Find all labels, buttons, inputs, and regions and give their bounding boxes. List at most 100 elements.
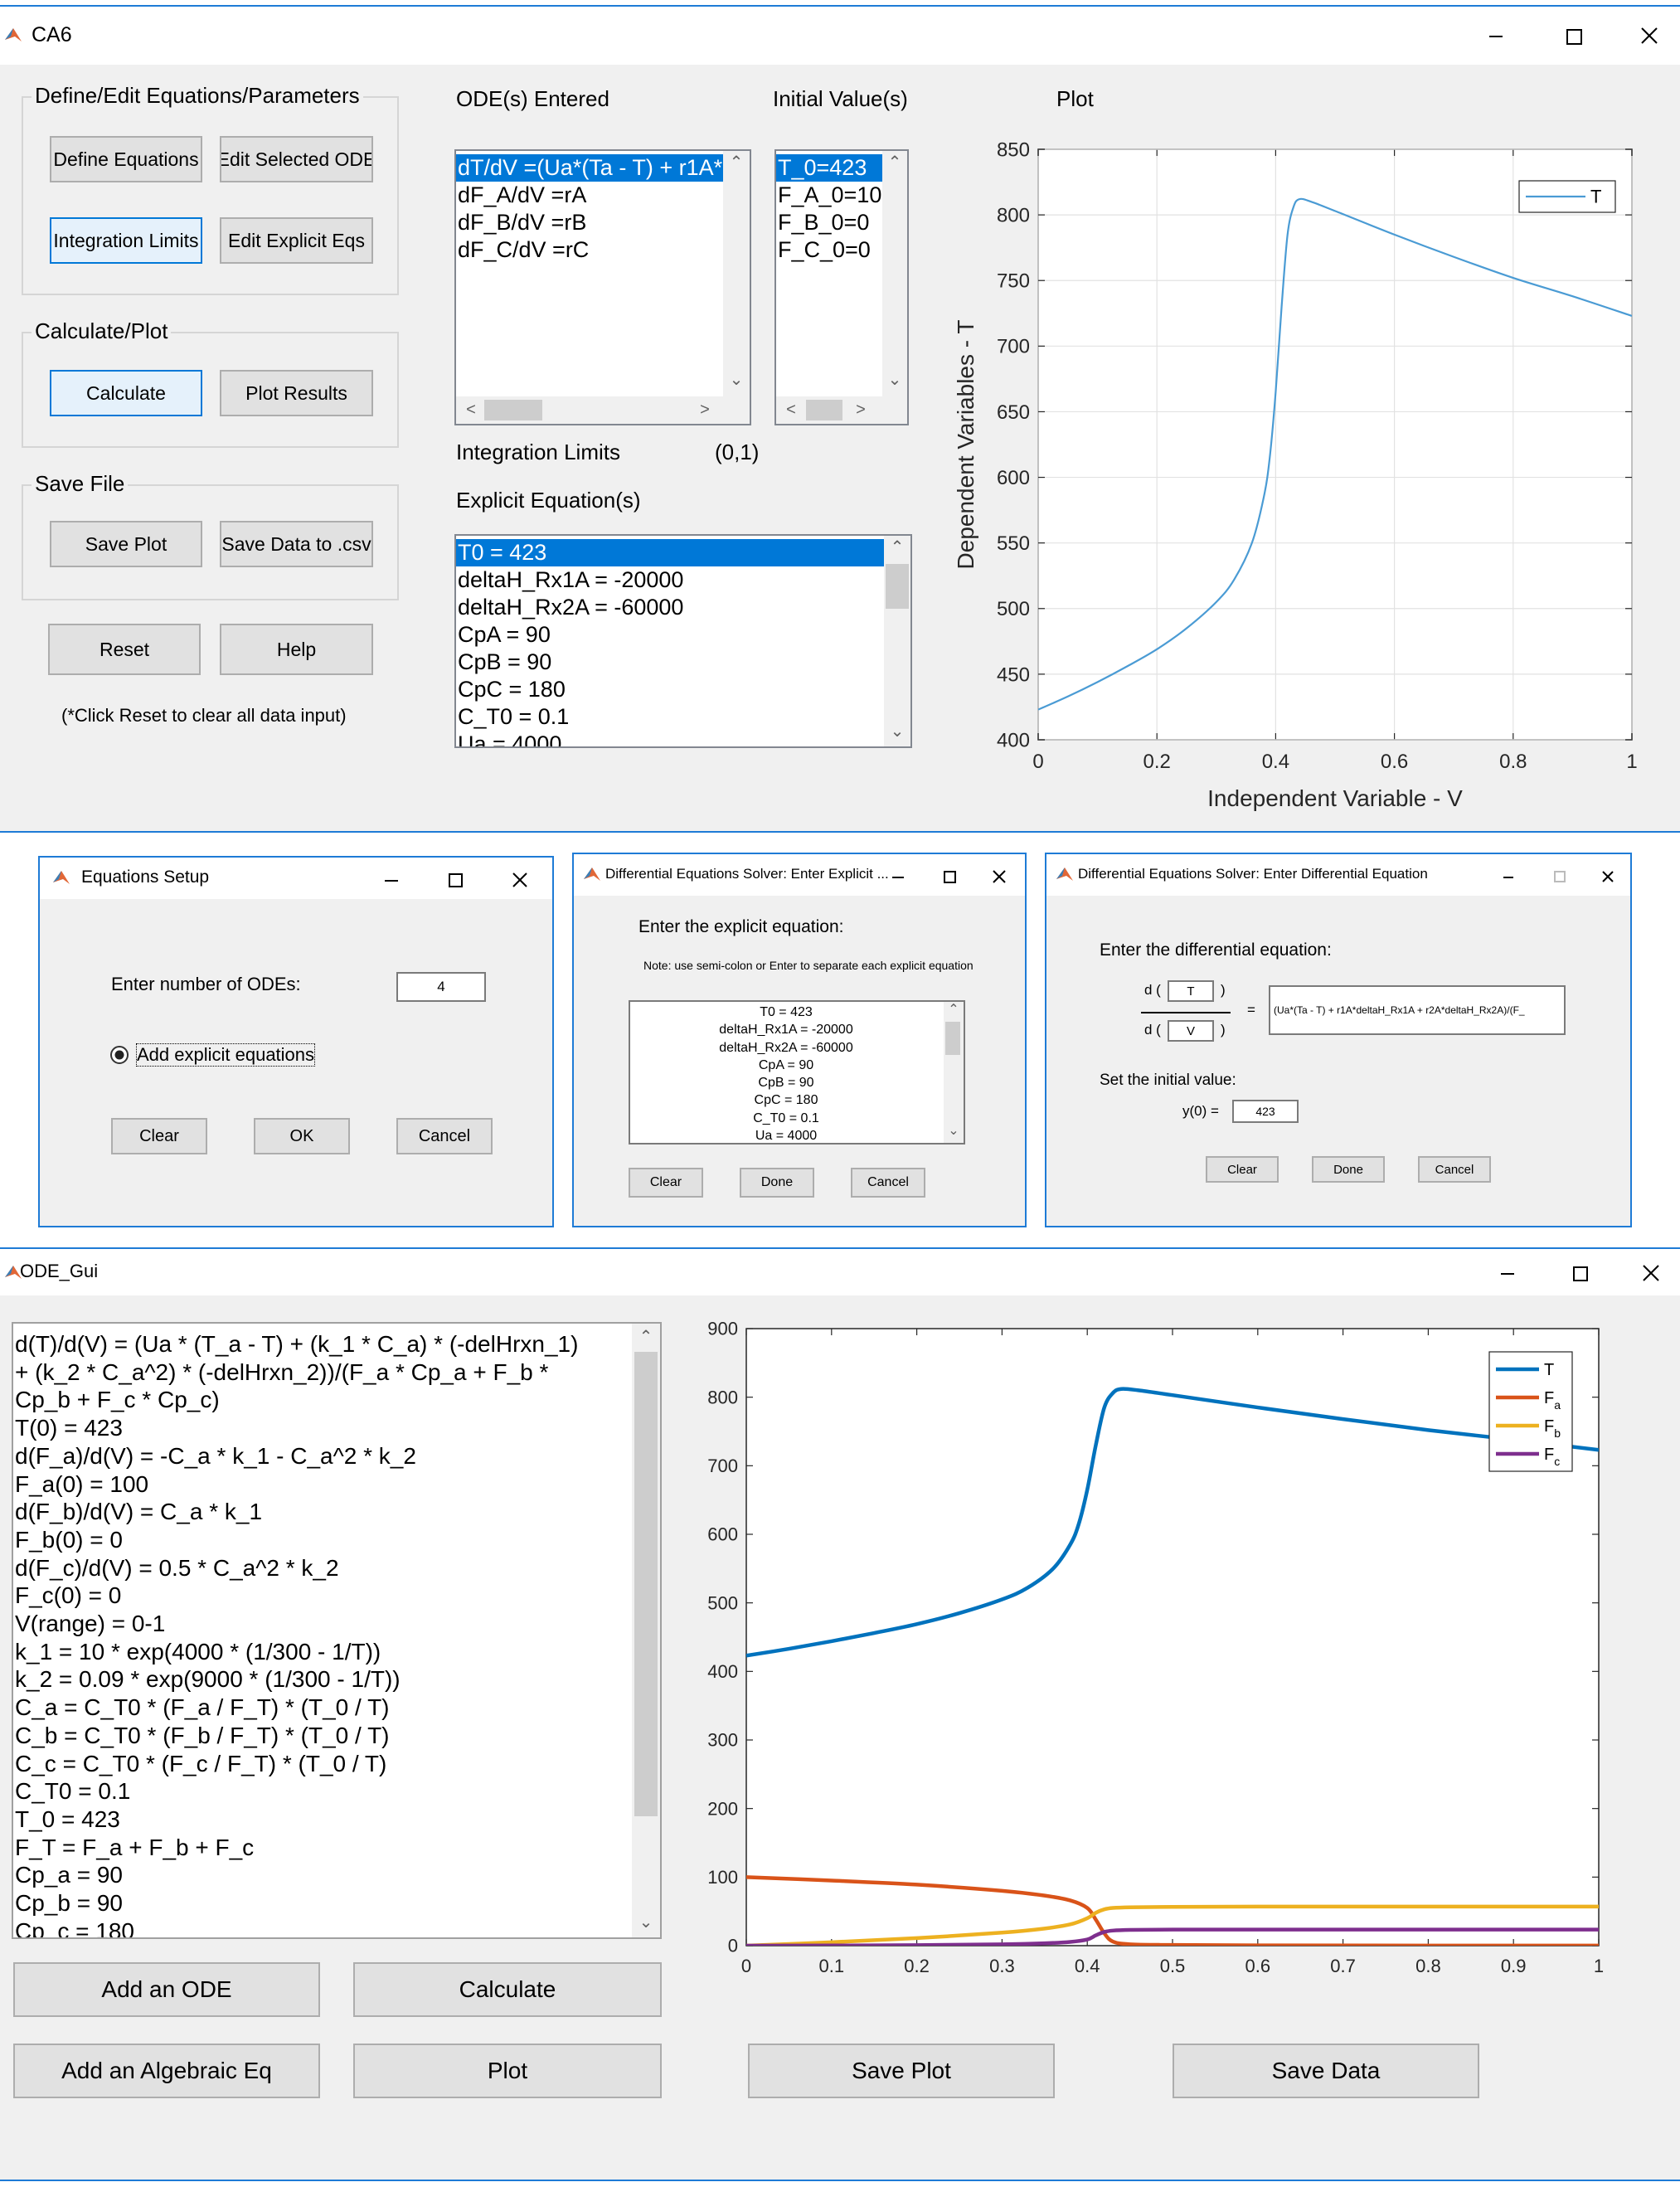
explicit-textarea[interactable]: T0 = 423 deltaH_Rx1A = -20000 deltaH_Rx2A … (629, 1000, 965, 1145)
radio-icon[interactable] (109, 1045, 129, 1065)
edit-explicit-eqs-button[interactable]: Edit Explicit Eqs (220, 217, 373, 264)
minimize-icon[interactable] (370, 859, 411, 901)
define-equations-button[interactable]: Define Equations (50, 136, 202, 182)
minimize-icon[interactable] (1488, 856, 1529, 897)
y-tick-label: 600 (707, 1524, 738, 1545)
iv-vscrollbar[interactable]: ⌃ ⌄ (882, 151, 907, 396)
explicit-equation-item[interactable]: Ua = 4000 (456, 731, 884, 746)
clear-button[interactable]: Clear (111, 1118, 207, 1154)
explicit-equation-item[interactable]: deltaH_Rx2A = -60000 (456, 594, 884, 621)
done-button[interactable]: Done (1312, 1156, 1385, 1183)
initial-value-item[interactable]: T_0=423 (776, 154, 882, 182)
edit-selected-ode-button[interactable]: Edit Selected ODE (220, 136, 373, 182)
done-button[interactable]: Done (740, 1168, 814, 1198)
maximize-icon[interactable] (1559, 1252, 1600, 1294)
close-icon[interactable] (1587, 856, 1629, 897)
initial-value-item[interactable]: F_B_0=0 (776, 209, 882, 236)
y0-input[interactable]: 423 (1232, 1100, 1299, 1123)
integration-limits-label: Integration Limits (456, 440, 620, 464)
initial-values-listbox[interactable]: T_0=423 F_A_0=10 F_B_0=0 F_C_0=0 ⌃ ⌄ < > (774, 149, 909, 425)
explicit-textarea-scrollbar[interactable]: ⌃ ⌄ (944, 1002, 964, 1143)
ode-gui-titlebar: ODE_Gui (0, 1249, 1680, 1295)
denominator-var-input[interactable]: V (1168, 1020, 1214, 1042)
save-data-button[interactable]: Save Data (1173, 2044, 1479, 2098)
dlg1-titlebar: Equations Setup (40, 858, 552, 899)
explicit-textarea-line: deltaH_Rx2A = -60000 (719, 1040, 853, 1055)
cancel-button[interactable]: Cancel (1418, 1156, 1491, 1183)
close-icon[interactable] (499, 859, 541, 901)
plot-results-button[interactable]: Plot Results (220, 370, 373, 416)
save-plot-button[interactable]: Save Plot (748, 2044, 1055, 2098)
maximize-icon[interactable] (1539, 856, 1580, 897)
ode-list-item[interactable]: dT/dV =(Ua*(Ta - T) + r1A* (456, 154, 723, 182)
y-axis-label: Dependent Variables - T (953, 320, 978, 570)
save-plot-button[interactable]: Save Plot (50, 521, 202, 567)
ode-text-area[interactable]: d(T)/d(V) = (Ua * (T_a - T) + (k_1 * C_a… (12, 1322, 662, 1939)
num-odes-input[interactable]: 4 (396, 972, 486, 1002)
ode-list-item[interactable]: dF_A/dV =rA (456, 182, 723, 209)
initial-value-item[interactable]: F_A_0=10 (776, 182, 882, 209)
explicit-equation-item[interactable]: CpB = 90 (456, 649, 884, 676)
explicit-textarea-line: CpB = 90 (758, 1076, 814, 1091)
explicit-vscrollbar[interactable]: ⌃ ⌄ (884, 536, 910, 746)
cancel-button[interactable]: Cancel (851, 1168, 925, 1198)
add-ode-button[interactable]: Add an ODE (13, 1962, 320, 2017)
save-csv-button[interactable]: Save Data to .csv (220, 521, 373, 567)
initial-value-item[interactable]: F_C_0=0 (776, 236, 882, 264)
plot-button[interactable]: Plot (353, 2044, 662, 2098)
integration-limits-button[interactable]: Integration Limits (50, 217, 202, 264)
maximize-icon[interactable] (435, 859, 476, 901)
dlg2-titlebar: Differential Equations Solver: Enter Exp… (574, 854, 1025, 896)
matlab-icon (1056, 868, 1073, 881)
minimize-icon[interactable] (1486, 1252, 1527, 1294)
ok-button[interactable]: OK (254, 1118, 350, 1154)
add-algebraic-eq-button[interactable]: Add an Algebraic Eq (13, 2044, 320, 2098)
minimize-icon[interactable] (877, 856, 919, 897)
ode-text-line: F_T = F_a + F_b + F_c (15, 1834, 255, 1860)
ode-gui-title: ODE_Gui (20, 1261, 99, 1281)
x-tick-label: 0 (741, 1956, 751, 1976)
ode-list-item[interactable]: dF_B/dV =rB (456, 209, 723, 236)
ode-text-line: T(0) = 423 (15, 1415, 123, 1441)
help-button[interactable]: Help (220, 624, 373, 675)
dlg3-titlebar: Differential Equations Solver: Enter Dif… (1046, 854, 1630, 896)
close-icon[interactable] (1630, 1252, 1672, 1294)
close-paren-bottom: ) (1221, 1022, 1226, 1038)
ode-text-line: Cp_b + F_c * Cp_c) (15, 1387, 220, 1413)
y-tick-label: 100 (707, 1867, 738, 1888)
close-icon[interactable] (1629, 15, 1670, 56)
cancel-button[interactable]: Cancel (396, 1118, 493, 1154)
numerator-var-input[interactable]: T (1168, 980, 1214, 1002)
calculate-button[interactable]: Calculate (50, 370, 202, 416)
explicit-equation-item[interactable]: CpC = 180 (456, 676, 884, 703)
rhs-input[interactable]: (Ua*(Ta - T) + r1A*deltaH_Rx1A + r2A*del… (1269, 985, 1566, 1035)
iv-prompt: Set the initial value: (1100, 1072, 1236, 1089)
ode-text-line: C_b = C_T0 * (F_b / F_T) * (T_0 / T) (15, 1722, 390, 1748)
x-tick-label: 0.9 (1501, 1956, 1527, 1976)
minimize-icon[interactable] (1474, 15, 1516, 56)
ode-listbox[interactable]: dT/dV =(Ua*(Ta - T) + r1A* dF_A/dV =rA dF_… (454, 149, 751, 425)
ode-text-scrollbar[interactable]: ⌃ ⌄ (632, 1324, 660, 1937)
dlg1-title: Equations Setup (81, 868, 210, 887)
calculate-button[interactable]: Calculate (353, 1962, 662, 2017)
explicit-equations-listbox[interactable]: T0 = 423 deltaH_Rx1A = -20000 deltaH_Rx2A … (454, 534, 912, 748)
clear-button[interactable]: Clear (1206, 1156, 1279, 1183)
iv-hscrollbar[interactable]: < > (776, 396, 907, 424)
ode-vscrollbar[interactable]: ⌃ ⌄ (723, 151, 750, 396)
explicit-equation-item[interactable]: CpA = 90 (456, 621, 884, 649)
close-icon[interactable] (978, 856, 1020, 897)
ode-text-line: V(range) = 0-1 (15, 1611, 166, 1637)
maximize-icon[interactable] (929, 856, 970, 897)
ode-list-item[interactable]: dF_C/dV =rC (456, 236, 723, 264)
y-tick-label: 900 (707, 1319, 738, 1339)
explicit-equation-item[interactable]: T0 = 423 (456, 539, 884, 566)
explicit-equation-item[interactable]: deltaH_Rx1A = -20000 (456, 566, 884, 594)
explicit-equation-item[interactable]: C_T0 = 0.1 (456, 703, 884, 731)
maximize-icon[interactable] (1552, 15, 1594, 56)
x-tick-label: 0.6 (1381, 751, 1408, 773)
ode-text-line: k_1 = 10 * exp(4000 * (1/300 - 1/T)) (15, 1638, 381, 1665)
clear-button[interactable]: Clear (629, 1168, 703, 1198)
ode-hscrollbar[interactable]: < > (456, 396, 750, 424)
reset-button[interactable]: Reset (48, 624, 201, 675)
add-explicit-radio-label[interactable]: Add explicit equations (136, 1043, 316, 1067)
